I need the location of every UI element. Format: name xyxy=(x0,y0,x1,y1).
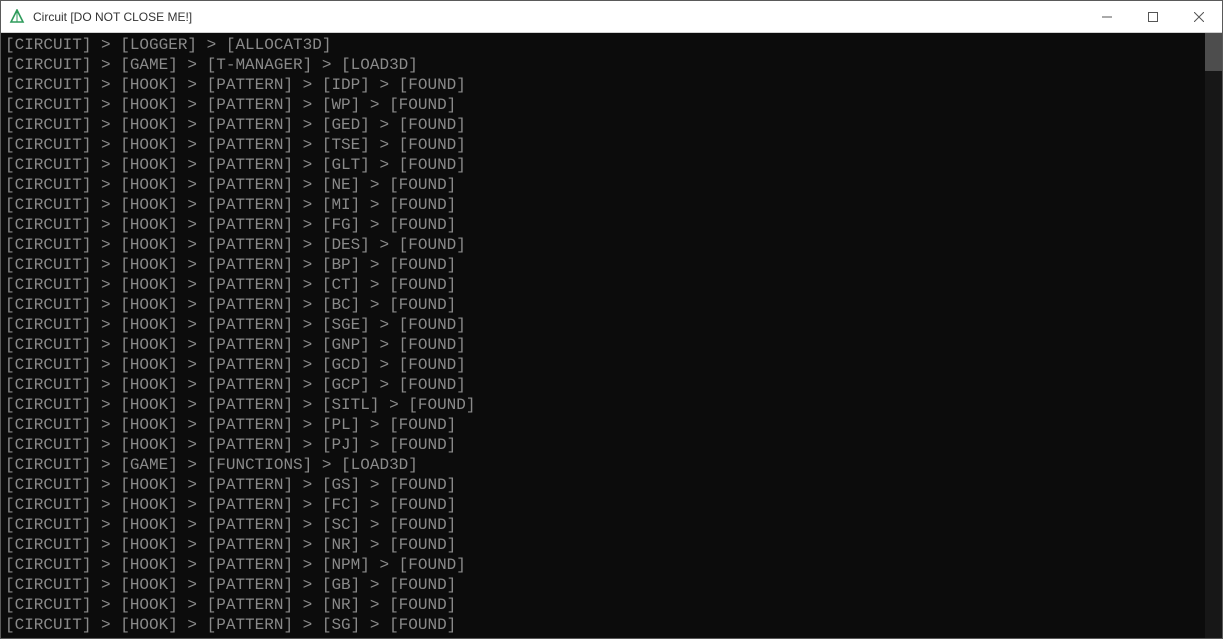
window-title: Circuit [DO NOT CLOSE ME!] xyxy=(33,10,1084,24)
console-line: [CIRCUIT] > [HOOK] > [PATTERN] > [WP] > … xyxy=(5,95,1201,115)
console-line: [CIRCUIT] > [LOGGER] > [ALLOCAT3D] xyxy=(5,35,1201,55)
console-line: [CIRCUIT] > [HOOK] > [PATTERN] > [GNP] >… xyxy=(5,335,1201,355)
console-line: [CIRCUIT] > [HOOK] > [PATTERN] > [CT] > … xyxy=(5,275,1201,295)
console-line: [CIRCUIT] > [HOOK] > [PATTERN] > [GB] > … xyxy=(5,575,1201,595)
console-line: [CIRCUIT] > [HOOK] > [PATTERN] > [GCD] >… xyxy=(5,355,1201,375)
console-line: [CIRCUIT] > [HOOK] > [PATTERN] > [GS] > … xyxy=(5,475,1201,495)
console-line: [CIRCUIT] > [HOOK] > [PATTERN] > [NE] > … xyxy=(5,175,1201,195)
console-line: [CIRCUIT] > [HOOK] > [PATTERN] > [SITL] … xyxy=(5,395,1201,415)
maximize-button[interactable] xyxy=(1130,1,1176,32)
console-line: [CIRCUIT] > [HOOK] > [PATTERN] > [FG] > … xyxy=(5,215,1201,235)
console-line: [CIRCUIT] > [GAME] > [FUNCTIONS] > [LOAD… xyxy=(5,455,1201,475)
console-line: [CIRCUIT] > [HOOK] > [PATTERN] > [NR] > … xyxy=(5,595,1201,615)
scrollbar-vertical[interactable] xyxy=(1205,33,1222,638)
close-button[interactable] xyxy=(1176,1,1222,32)
console-output: [CIRCUIT] > [LOGGER] > [ALLOCAT3D][CIRCU… xyxy=(1,33,1205,638)
console-line: [CIRCUIT] > [HOOK] > [PATTERN] > [DES] >… xyxy=(5,235,1201,255)
console-line: [CIRCUIT] > [HOOK] > [PATTERN] > [IDP] >… xyxy=(5,75,1201,95)
application-window: Circuit [DO NOT CLOSE ME!] [CIRCUIT] > [… xyxy=(0,0,1223,639)
minimize-button[interactable] xyxy=(1084,1,1130,32)
console-line: [CIRCUIT] > [GAME] > [T-MANAGER] > [LOAD… xyxy=(5,55,1201,75)
console-line: [CIRCUIT] > [HOOK] > [PATTERN] > [PL] > … xyxy=(5,415,1201,435)
window-controls xyxy=(1084,1,1222,32)
console-body: [CIRCUIT] > [LOGGER] > [ALLOCAT3D][CIRCU… xyxy=(1,33,1222,638)
console-line: [CIRCUIT] > [HOOK] > [PATTERN] > [FC] > … xyxy=(5,495,1201,515)
app-icon xyxy=(9,9,25,25)
console-line: [CIRCUIT] > [HOOK] > [PATTERN] > [SC] > … xyxy=(5,515,1201,535)
console-line: [CIRCUIT] > [HOOK] > [PATTERN] > [NR] > … xyxy=(5,535,1201,555)
console-line: [CIRCUIT] > [HOOK] > [PATTERN] > [TSE] >… xyxy=(5,135,1201,155)
console-line: [CIRCUIT] > [HOOK] > [PATTERN] > [GED] >… xyxy=(5,115,1201,135)
console-line: [CIRCUIT] > [HOOK] > [PATTERN] > [PJ] > … xyxy=(5,435,1201,455)
console-line: [CIRCUIT] > [HOOK] > [PATTERN] > [BC] > … xyxy=(5,295,1201,315)
console-line: [CIRCUIT] > [HOOK] > [PATTERN] > [NPM] >… xyxy=(5,555,1201,575)
console-line: [CIRCUIT] > [HOOK] > [PATTERN] > [SG] > … xyxy=(5,615,1201,635)
console-line: [CIRCUIT] > [HOOK] > [PATTERN] > [GCP] >… xyxy=(5,375,1201,395)
scrollbar-thumb[interactable] xyxy=(1205,33,1222,71)
console-line: [CIRCUIT] > [HOOK] > [PATTERN] > [SGE] >… xyxy=(5,315,1201,335)
titlebar[interactable]: Circuit [DO NOT CLOSE ME!] xyxy=(1,1,1222,33)
console-line: [CIRCUIT] > [HOOK] > [PATTERN] > [BP] > … xyxy=(5,255,1201,275)
console-line: [CIRCUIT] > [HOOK] > [PATTERN] > [MI] > … xyxy=(5,195,1201,215)
console-line: [CIRCUIT] > [HOOK] > [PATTERN] > [GLT] >… xyxy=(5,155,1201,175)
